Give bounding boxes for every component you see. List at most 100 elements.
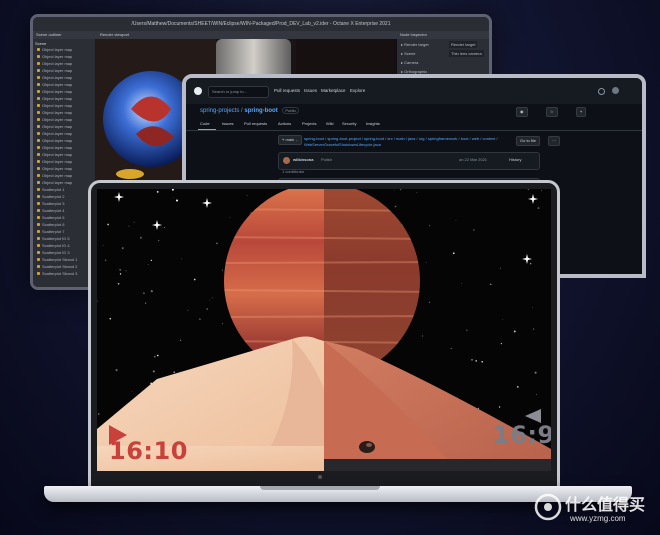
outliner-item-label: Object layer map	[42, 110, 73, 115]
outliner-item[interactable]: Object layer map	[37, 103, 72, 109]
star	[157, 354, 159, 357]
more-options-button[interactable]: ···	[548, 136, 560, 146]
tab-pull-requests[interactable]: Pull requests	[244, 121, 267, 126]
inspector-item[interactable]: ▸ Camera	[401, 59, 418, 66]
branch-select[interactable]: ⑂ main ▾	[278, 135, 302, 145]
outliner-item[interactable]: Scatterplot 6	[37, 222, 64, 228]
nav-issues[interactable]: Issues	[304, 86, 317, 96]
tab-projects[interactable]: Projects	[302, 121, 316, 126]
outliner-item[interactable]: Object layer map	[37, 166, 72, 172]
layer-icon	[37, 83, 40, 86]
outliner-item-label: Scatterplot ID 3	[42, 250, 70, 255]
outliner-item[interactable]: Scatterplot 2	[37, 194, 64, 200]
outliner-item[interactable]: Object layer map	[37, 152, 72, 158]
outliner-item[interactable]: Scatterplot ID 5	[37, 236, 70, 242]
inspector-item[interactable]: ▸ Render target	[401, 41, 429, 48]
inspector-value[interactable]: Render target	[449, 41, 478, 48]
outliner-item[interactable]: Object layer map	[37, 68, 72, 74]
outliner-item[interactable]: Scatterplot ID 3	[37, 250, 70, 256]
outliner-item[interactable]: Scatterplot 3	[37, 201, 64, 207]
star	[400, 189, 402, 191]
outliner-item[interactable]: Object layer map	[37, 110, 72, 116]
layer-icon	[37, 104, 40, 107]
outliner-item[interactable]: Object layer map	[37, 75, 72, 81]
author-avatar	[283, 157, 290, 164]
outliner-item[interactable]: Scatterplot 1	[37, 187, 64, 193]
outliner-item[interactable]: Object layer map	[37, 96, 72, 102]
laptop-screen: 16:10 16:9	[97, 189, 551, 471]
outliner-item-label: Scatterplot 3	[42, 201, 65, 206]
outliner-item[interactable]: Scatterplot 5	[37, 215, 64, 221]
outliner-item[interactable]: Object layer map	[37, 180, 72, 186]
outliner-item[interactable]: Object layer map	[37, 61, 72, 67]
outliner-item-label: Object layer map	[42, 173, 73, 178]
layer-icon	[37, 258, 40, 261]
outliner-item[interactable]: Object layer map	[37, 124, 72, 130]
nav-explore[interactable]: Explore	[350, 86, 365, 96]
nav-pull-requests[interactable]: Pull requests	[274, 86, 300, 96]
outliner-item[interactable]: Object layer map	[37, 54, 72, 60]
tab-security[interactable]: Security	[342, 121, 356, 126]
layer-icon	[37, 209, 40, 212]
notifications-icon[interactable]	[598, 88, 605, 95]
file-breadcrumb[interactable]: spring-boot / spring-boot-project / spri…	[304, 136, 512, 148]
star	[229, 217, 231, 218]
inspector-item[interactable]: ▸ Scene	[401, 50, 415, 57]
star	[119, 273, 122, 275]
repo-name-link[interactable]: spring-boot	[244, 108, 277, 114]
star	[452, 252, 455, 255]
outliner-item[interactable]: Object layer map	[37, 82, 72, 88]
star	[461, 283, 462, 285]
outliner-item-label: Object layer map	[42, 117, 73, 122]
outliner-item[interactable]: Object layer map	[37, 47, 72, 53]
tab-issues[interactable]: Issues	[222, 121, 234, 126]
watch-button[interactable]: ◉	[516, 107, 528, 117]
outliner-item[interactable]: Object layer map	[37, 159, 72, 165]
fork-button[interactable]: ⑂	[576, 107, 587, 117]
commit-author[interactable]: wilkinsona	[293, 157, 313, 162]
outliner-item[interactable]: Object layer map	[37, 145, 72, 151]
outliner-item-label: Scatterplot 4	[42, 208, 65, 213]
outliner-item[interactable]: Object layer map	[37, 173, 72, 179]
tab-wiki[interactable]: Wiki	[326, 121, 334, 126]
outliner-item[interactable]: Scatterplot Strand 2	[37, 264, 77, 270]
github-logo-icon[interactable]	[194, 87, 202, 95]
star	[499, 267, 501, 269]
star	[150, 290, 153, 293]
commit-message[interactable]: Polish	[321, 157, 332, 162]
outliner-item-label: Object layer map	[42, 89, 73, 94]
history-link[interactable]: History	[509, 157, 521, 162]
outliner-item[interactable]: Scatterplot Strand 1	[37, 257, 77, 263]
outliner-item[interactable]: Scatterplot Strand 3	[37, 271, 77, 277]
star	[147, 264, 149, 265]
star	[502, 319, 504, 321]
avatar[interactable]	[612, 87, 619, 94]
repo-owner-link[interactable]: spring-projects	[200, 108, 239, 114]
tab-code[interactable]: Code	[200, 121, 210, 126]
inspector-value[interactable]: Thin lens camera	[449, 50, 484, 57]
tab-insights[interactable]: Insights	[366, 121, 380, 126]
outliner-item[interactable]: Scatterplot ID 4	[37, 243, 70, 249]
star-button[interactable]: ☆	[546, 107, 558, 117]
star	[530, 263, 532, 265]
star	[429, 225, 431, 227]
repo-visibility-badge: Public	[282, 107, 300, 114]
contributors-count[interactable]: 1 contributor	[282, 169, 304, 174]
star	[481, 360, 483, 363]
go-to-file-button[interactable]: Go to file	[516, 136, 541, 146]
layer-icon	[37, 69, 40, 72]
outliner-tab[interactable]: Scene	[35, 41, 46, 46]
search-input[interactable]: Search or jump to...	[208, 86, 269, 98]
nav-marketplace[interactable]: Marketplace	[321, 86, 346, 96]
outliner-item[interactable]: Object layer map	[37, 138, 72, 144]
outliner-item[interactable]: Object layer map	[37, 89, 72, 95]
outliner-item[interactable]: Object layer map	[37, 131, 72, 137]
window-title: /Users/Matthew/Documents/SHEET/WIN/Eclip…	[33, 17, 489, 31]
outliner-item[interactable]: Object layer map	[37, 117, 72, 123]
star	[187, 309, 189, 311]
star	[246, 194, 248, 196]
star	[416, 192, 418, 193]
outliner-item[interactable]: Scatterplot 4	[37, 208, 64, 214]
tab-actions[interactable]: Actions	[278, 121, 291, 126]
outliner-item[interactable]: Scatterplot 7	[37, 229, 64, 235]
